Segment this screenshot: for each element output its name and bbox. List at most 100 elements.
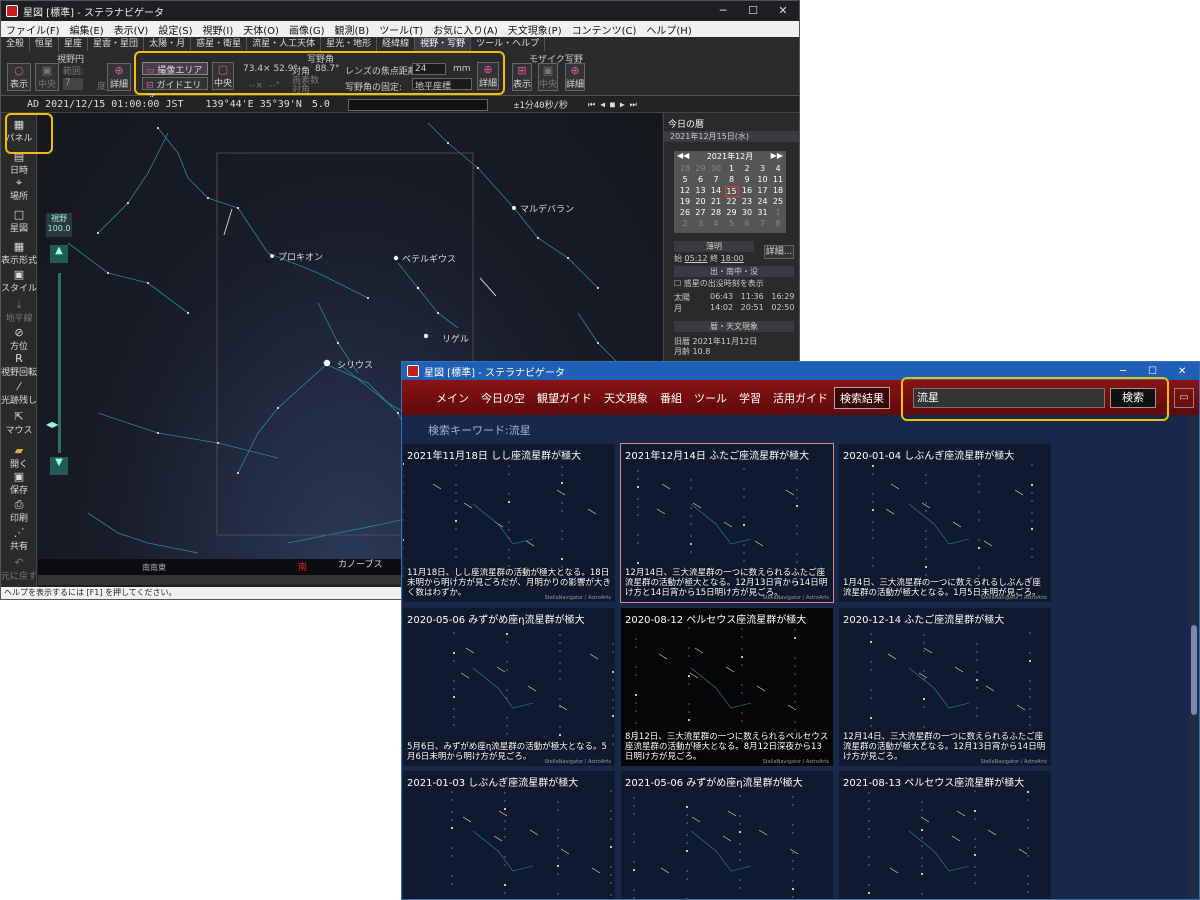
calendar-day[interactable]: 4 — [709, 219, 723, 228]
calendar-day[interactable]: 29 — [694, 164, 708, 173]
latitude-display[interactable]: 35°39'N — [260, 99, 302, 110]
tab-nebulae[interactable]: 星雲・星団 — [88, 37, 145, 51]
menu-file[interactable]: ファイル(F) — [1, 22, 65, 37]
calendar-day[interactable]: 18 — [771, 186, 785, 195]
search-input[interactable]: 流星 — [913, 388, 1105, 408]
tool-location[interactable]: ⌖ 場所 — [1, 177, 37, 203]
calendar-day[interactable]: 11 — [771, 175, 785, 184]
calendar-day[interactable]: 16 — [740, 186, 754, 195]
menu-tools[interactable]: ツール(T) — [374, 22, 428, 37]
tab-fov[interactable]: 視野・写野 — [415, 37, 472, 51]
calendar-day[interactable]: 25 — [771, 197, 785, 206]
menu-image[interactable]: 画像(G) — [284, 22, 330, 37]
close-button[interactable]: ✕ — [768, 1, 798, 21]
calendar-day[interactable]: 30 — [709, 164, 723, 173]
next-month-icon[interactable]: ▶▶ — [771, 151, 783, 162]
calendar-day[interactable]: 7 — [756, 219, 770, 228]
calendar-day[interactable]: 29 — [725, 208, 739, 217]
result-card[interactable]: 2021年12月14日 ふたご座流星群が極大 12月14日、三大流星群の一つに数え… — [620, 443, 834, 603]
calendar-day[interactable]: 28 — [678, 164, 692, 173]
mosaic-center-button[interactable]: ▣ 中央 — [538, 63, 558, 91]
mosaic-detail-button[interactable]: ⊕ 詳細 — [565, 63, 585, 91]
calendar-day[interactable]: 27 — [694, 208, 708, 217]
menu-favorites[interactable]: お気に入り(A) — [428, 22, 503, 37]
tool-open[interactable]: ▰ 開く — [1, 445, 37, 471]
result-card[interactable]: 2020-12-14 ふたご座流星群が極大 12月14日、三大流星群の一つに数えら… — [839, 608, 1051, 766]
calendar-day[interactable]: 9 — [740, 175, 754, 184]
tool-save[interactable]: ▣ 保存 — [1, 471, 37, 497]
tool-starmap[interactable]: □ 星図 — [1, 209, 37, 235]
mini-calendar[interactable]: ◀◀ 2021年12月 ▶▶ 28 29 30 1 2 3 4 5 6 7 8 9 10 11 12 13 14 15… — [674, 151, 786, 233]
prev-month-icon[interactable]: ◀◀ — [677, 151, 689, 162]
maximize-button[interactable]: ☐ — [1148, 366, 1157, 377]
nav-today-sky[interactable]: 今日の空 — [475, 390, 531, 406]
photo-detail-button[interactable]: ⊕ 詳細 — [477, 62, 499, 90]
tool-trails[interactable]: ⁄ 光跡残し — [1, 381, 37, 407]
menu-phenomena[interactable]: 天文現象(P) — [503, 22, 567, 37]
zoom-slider-handle[interactable]: ◀▶ — [46, 420, 72, 430]
calendar-day[interactable]: 22 — [725, 197, 739, 206]
menu-observe[interactable]: 観測(B) — [330, 22, 375, 37]
calendar-day[interactable]: 20 — [694, 197, 708, 206]
calendar-day[interactable]: 2 — [678, 219, 692, 228]
calendar-day[interactable]: 2 — [740, 164, 754, 173]
playback-controls[interactable]: ⏮◀■▶⏭ — [588, 100, 642, 110]
calendar-day[interactable]: 8 — [771, 219, 785, 228]
checkbox-icon[interactable]: ☐ — [674, 279, 684, 288]
tool-print[interactable]: ⎙ 印刷 — [1, 499, 37, 525]
limit-mag-display[interactable]: 5.0 — [312, 99, 330, 110]
tool-undo[interactable]: ↶ 元に戻す — [1, 557, 37, 583]
guide-area-button[interactable]: ⊟ ガイドエリア — [142, 77, 208, 104]
result-card[interactable]: 2021-01-03 しぶんぎ座流星群が極大 — [403, 771, 615, 899]
tab-meteors[interactable]: 流星・人工天体 — [247, 37, 322, 51]
tool-datetime[interactable]: ▤ 日時 — [1, 151, 37, 177]
nav-phenomena[interactable]: 天文現象 — [598, 390, 654, 406]
calendar-day[interactable]: 3 — [756, 164, 770, 173]
tool-display-format[interactable]: ▦ 表示形式 — [1, 241, 37, 267]
mosaic-show-button[interactable]: ⊞ 表示 — [512, 63, 532, 91]
result-card[interactable]: 2021-05-06 みずがめ座η流星群が極大 — [621, 771, 833, 899]
zoom-out-button[interactable]: ▼ — [50, 457, 68, 475]
twilight-detail-button[interactable]: 詳細... — [764, 245, 794, 259]
close-button[interactable]: ✕ — [1178, 366, 1186, 377]
nav-learning[interactable]: 学習 — [733, 390, 767, 406]
fov-detail-button[interactable]: ⊕ 詳細 — [107, 63, 131, 91]
calendar-day[interactable]: 26 — [678, 208, 692, 217]
tool-direction[interactable]: ⊘ 方位 — [1, 327, 37, 353]
tab-sun-moon[interactable]: 太陽・月 — [144, 37, 192, 51]
calendar-day[interactable]: 6 — [694, 175, 708, 184]
menu-edit[interactable]: 編集(E) — [65, 22, 109, 37]
window-icon[interactable]: ▭ — [1174, 388, 1194, 408]
menu-object[interactable]: 天体(O) — [238, 22, 284, 37]
tool-mouse[interactable]: ⇱ マウス — [1, 411, 37, 437]
calendar-day[interactable]: 7 — [709, 175, 723, 184]
calendar-day[interactable]: 14 — [709, 186, 723, 195]
calendar-day[interactable]: 24 — [756, 197, 770, 206]
calendar-day[interactable]: 31 — [756, 208, 770, 217]
menu-view[interactable]: 表示(V) — [109, 22, 154, 37]
nav-programs[interactable]: 番組 — [654, 390, 688, 406]
calendar-day[interactable]: 13 — [694, 186, 708, 195]
nav-search-results[interactable]: 検索結果 — [834, 386, 890, 409]
calendar-day[interactable]: 5 — [725, 219, 739, 228]
calendar-day[interactable]: 15 — [724, 186, 739, 197]
minimize-button[interactable]: ─ — [1120, 366, 1126, 377]
tab-gridlines[interactable]: 経緯線 — [377, 37, 416, 51]
vertical-scrollbar[interactable] — [1189, 415, 1199, 899]
tab-landscape[interactable]: 星光・地形 — [321, 37, 378, 51]
calendar-day[interactable]: 17 — [756, 186, 770, 195]
calendar-day[interactable]: 28 — [709, 208, 723, 217]
tab-stars[interactable]: 恒星 — [30, 37, 60, 51]
menu-settings[interactable]: 設定(S) — [153, 22, 197, 37]
maximize-button[interactable]: ☐ — [738, 1, 768, 21]
zoom-in-button[interactable]: ▲ — [50, 245, 68, 263]
photo-center-button[interactable]: ▢ 中央 — [212, 62, 234, 90]
calendar-day[interactable]: 23 — [740, 197, 754, 206]
fov-center-button[interactable]: ▣ 中央 — [35, 63, 59, 91]
tool-horizon[interactable]: ⤓ 地平線 — [1, 299, 37, 325]
imaging-area-button[interactable]: ▭ 撮像エリア — [142, 62, 208, 76]
scroll-thumb[interactable] — [1191, 625, 1197, 715]
calendar-day[interactable]: 8 — [725, 175, 739, 184]
nav-observing-guide[interactable]: 観望ガイド — [531, 390, 598, 406]
menu-fov[interactable]: 視野(I) — [198, 22, 239, 37]
